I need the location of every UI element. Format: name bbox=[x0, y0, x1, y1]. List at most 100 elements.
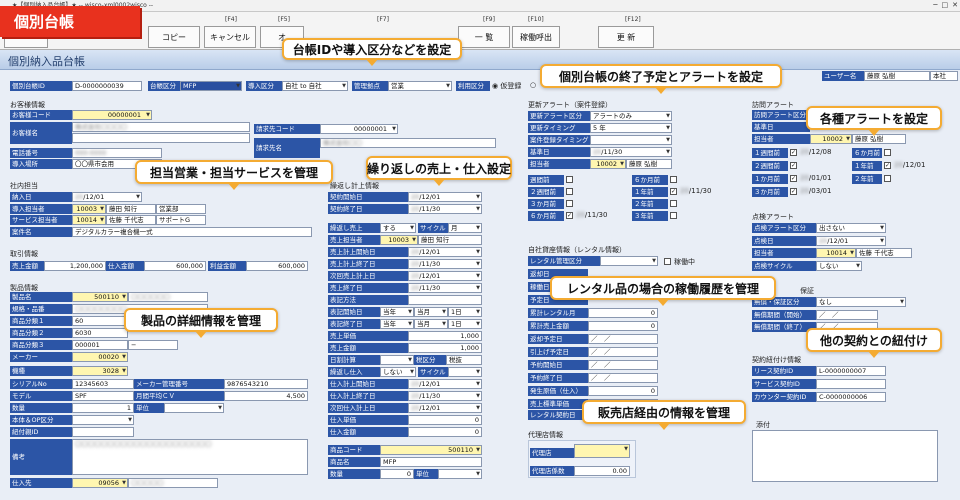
monthly-cv-field[interactable]: 4,500 bbox=[224, 391, 308, 401]
model-field[interactable]: SPF bbox=[72, 391, 134, 401]
req-start-year[interactable]: 当年 bbox=[380, 307, 414, 317]
sales-end2-field[interactable]: 20/11/30 bbox=[408, 283, 482, 293]
visit-owner-code[interactable]: 10002 bbox=[810, 134, 852, 144]
amount-field[interactable]: 1,000 bbox=[408, 343, 482, 353]
unit2-select[interactable] bbox=[438, 469, 482, 479]
qty-field[interactable]: 1 bbox=[72, 403, 134, 413]
renewal-r6-check[interactable]: ✓ bbox=[670, 188, 677, 195]
sales-rep-code[interactable]: 10003 bbox=[380, 235, 418, 245]
rental-r9-field[interactable]: ／ ／ bbox=[588, 373, 658, 383]
service-id-field[interactable] bbox=[816, 379, 886, 389]
tax-field[interactable]: 税抜 bbox=[446, 355, 482, 365]
unit-select[interactable] bbox=[164, 403, 224, 413]
cat2-field[interactable]: 6030 bbox=[72, 328, 128, 338]
list-button[interactable]: 一 覧 bbox=[458, 26, 510, 48]
linked-parent-field[interactable] bbox=[72, 427, 134, 437]
renewal-base-field[interactable]: 20/11/30 bbox=[590, 147, 672, 157]
maker-field[interactable]: 00020 bbox=[72, 352, 128, 362]
history-button[interactable]: 稼働呼出 bbox=[512, 26, 560, 48]
renewal-owner-code[interactable]: 10002 bbox=[590, 159, 626, 169]
renewal-r1-check[interactable] bbox=[566, 176, 573, 183]
copy-button[interactable]: コピー bbox=[148, 26, 200, 48]
rental-r7-field[interactable]: ／ ／ bbox=[588, 347, 658, 357]
visit-m6-check[interactable] bbox=[884, 149, 891, 156]
cycle-select[interactable]: 月 bbox=[448, 223, 482, 233]
next-sales-field[interactable]: 20/12/01 bbox=[408, 271, 482, 281]
p-end-field[interactable]: 20/11/30 bbox=[408, 391, 482, 401]
rental-mgmt-select[interactable] bbox=[600, 256, 658, 266]
inspect-cycle-select[interactable]: しない bbox=[816, 261, 862, 271]
inspect-owner-code[interactable]: 10014 bbox=[816, 248, 856, 258]
unit-price-field[interactable]: 1,000 bbox=[408, 331, 482, 341]
body-op-select[interactable] bbox=[72, 415, 134, 425]
note-field[interactable]: 〇〇〇〇〇〇〇〇〇〇〇〇〇〇〇〇〇〇〇〇〇 bbox=[72, 439, 308, 475]
lease-id-field[interactable]: L-0000000007 bbox=[816, 366, 886, 376]
usage-radio[interactable]: ◉ 仮登録 bbox=[492, 81, 521, 91]
visit-m1-check[interactable]: ✓ bbox=[790, 175, 797, 182]
inspect-date-field[interactable]: 20/12/01 bbox=[816, 236, 886, 246]
renewal-timing-select[interactable]: 5 年 bbox=[590, 123, 672, 133]
attach-area[interactable] bbox=[752, 430, 938, 482]
ledger-id-field[interactable]: D-0000000039 bbox=[72, 81, 142, 91]
req-end-month[interactable]: 当月 bbox=[414, 319, 448, 329]
rental-r5-field[interactable]: 0 bbox=[588, 321, 658, 331]
usage-radio-2[interactable]: ○ bbox=[530, 81, 536, 89]
profit-amount-field[interactable]: 600,000 bbox=[246, 261, 308, 271]
service-staff-code[interactable]: 10014 bbox=[72, 215, 106, 225]
cancel-button[interactable]: キャンセル bbox=[204, 26, 256, 48]
bill-code-field[interactable]: 00000001 bbox=[320, 124, 398, 134]
renewal-r8-check[interactable] bbox=[670, 212, 677, 219]
close-icon[interactable]: ✕ bbox=[952, 1, 958, 9]
contract-start-field[interactable]: 20/12/01 bbox=[408, 192, 482, 202]
p-next-field[interactable]: 20/12/01 bbox=[408, 403, 482, 413]
renew-sales-select[interactable]: する bbox=[380, 223, 416, 233]
rental-r8-field[interactable]: ／ ／ bbox=[588, 360, 658, 370]
qty2-field[interactable]: 0 bbox=[380, 469, 414, 479]
visit-y1-check[interactable]: ✓ bbox=[884, 162, 891, 169]
customer-name2-field[interactable] bbox=[72, 133, 250, 143]
warranty-type-select[interactable]: なし bbox=[816, 297, 906, 307]
warranty-start-field[interactable]: ／ ／ bbox=[816, 310, 878, 320]
renewal-r7-check[interactable] bbox=[670, 200, 677, 207]
req-end-day[interactable]: 1日 bbox=[448, 319, 482, 329]
sales-end-field[interactable]: 20/11/30 bbox=[408, 259, 482, 269]
visit-y2-check[interactable] bbox=[884, 175, 891, 182]
ledger-type-select[interactable]: MFP bbox=[180, 81, 242, 91]
type-field[interactable]: 3028 bbox=[72, 366, 128, 376]
maker-no-field[interactable]: 9876543210 bbox=[224, 379, 308, 389]
sales-amount-field[interactable]: 1,200,000 bbox=[44, 261, 106, 271]
customer-name-field[interactable]: 株式会社〇〇〇〇 bbox=[72, 122, 250, 132]
rental-r6-field[interactable]: ／ ／ bbox=[588, 334, 658, 344]
rental-r4-field[interactable]: 0 bbox=[588, 308, 658, 318]
mgmt-base-select[interactable]: 営業 bbox=[388, 81, 452, 91]
intro-date-field[interactable]: 20/12/01 bbox=[72, 192, 142, 202]
req-end-year[interactable]: 当年 bbox=[380, 319, 414, 329]
item-name-field[interactable]: MFP bbox=[380, 457, 482, 467]
intro-type-select[interactable]: 自社 to 自社 bbox=[282, 81, 348, 91]
cat3-field[interactable]: 000001 bbox=[72, 340, 128, 350]
renewal-r2-check[interactable] bbox=[566, 188, 573, 195]
visit-w2-check[interactable]: ✓ bbox=[790, 162, 797, 169]
renewal-type-select[interactable] bbox=[590, 135, 672, 145]
req-start-month[interactable]: 当月 bbox=[414, 307, 448, 317]
agent-select[interactable] bbox=[574, 444, 630, 458]
counter-id-field[interactable]: C-0000000006 bbox=[816, 392, 886, 402]
update-button[interactable]: 更 新 bbox=[598, 26, 654, 48]
renewal-r3-check[interactable] bbox=[566, 200, 573, 207]
cat1-field[interactable]: 60 bbox=[72, 316, 128, 326]
visit-w1-check[interactable]: ✓ bbox=[790, 149, 797, 156]
purchase-select[interactable]: しない bbox=[380, 367, 416, 377]
req-start-day[interactable]: 1日 bbox=[448, 307, 482, 317]
maximize-icon[interactable]: □ bbox=[942, 1, 949, 9]
customer-code-field[interactable]: 00000001 bbox=[72, 110, 152, 120]
method-field[interactable] bbox=[408, 295, 482, 305]
phone-field[interactable]: 000-0000 bbox=[72, 148, 162, 158]
sales-staff-code[interactable]: 10003 bbox=[72, 204, 106, 214]
vendor-code-field[interactable]: 09056 bbox=[72, 478, 128, 488]
contract-end-field[interactable]: 20/11/30 bbox=[408, 204, 482, 214]
bill-name-field[interactable]: 株式会社〇〇 bbox=[320, 138, 496, 148]
agent-rate-field[interactable]: 0.00 bbox=[574, 466, 630, 476]
cost-amount-field[interactable]: 600,000 bbox=[144, 261, 206, 271]
rental-r10-field[interactable]: 0 bbox=[588, 386, 658, 396]
date-calc-select[interactable] bbox=[380, 355, 414, 365]
